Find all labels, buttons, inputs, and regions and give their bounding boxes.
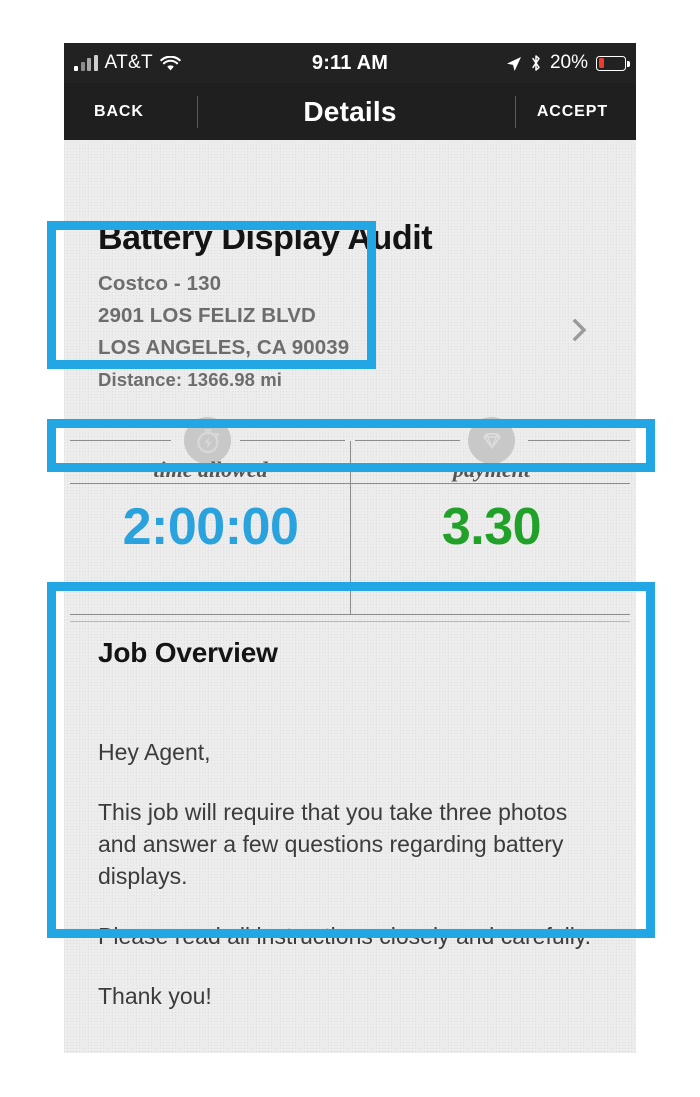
location-arrow-icon	[506, 55, 522, 71]
stat-value-time: 2:00:00	[122, 498, 299, 556]
overview-paragraph: Thank you!	[98, 983, 212, 1009]
job-title: Battery Display Audit	[98, 219, 433, 257]
stat-label-time: time allowed	[153, 457, 268, 482]
bluetooth-icon	[530, 54, 542, 72]
status-bar: AT&T 9:11 AM 20%	[64, 43, 636, 83]
location-block[interactable]: Costco - 130 2901 LOS FELIZ BLVD LOS ANG…	[98, 268, 608, 396]
overview-paragraph: Hey Agent,	[98, 739, 211, 765]
job-overview-block: Job Overview Hey Agent, This job will re…	[98, 637, 610, 1040]
stat-time-allowed: time allowed 2:00:00	[70, 441, 351, 615]
city-state-zip: LOS ANGELES, CA 90039	[98, 336, 350, 359]
stat-payment: payment 3.30	[351, 441, 632, 615]
battery-icon	[596, 55, 630, 71]
overview-paragraph: Please read all instructions closely and…	[98, 923, 592, 949]
stats-block: time allowed 2:00:00 payment 3.30	[64, 410, 636, 615]
overview-paragraph: This job will require that you take thre…	[98, 799, 568, 889]
job-overview-heading: Job Overview	[98, 637, 278, 668]
details-content: Battery Display Audit Costco - 130 2901 …	[64, 140, 636, 1053]
battery-percent-label: 20%	[549, 52, 588, 73]
job-overview-body: Hey Agent, This job will require that yo…	[98, 736, 610, 1012]
street-address: 2901 LOS FELIZ BLVD	[98, 304, 316, 327]
nav-divider-right	[515, 96, 516, 128]
phone-screen: AT&T 9:11 AM 20% BACK Details ACCEPT Bat…	[64, 43, 636, 1053]
accept-button[interactable]: ACCEPT	[537, 83, 608, 140]
store-name: Costco - 130	[98, 272, 222, 295]
nav-bar: BACK Details ACCEPT	[64, 83, 636, 140]
chevron-right-icon[interactable]	[572, 318, 588, 342]
status-bar-right: 20%	[506, 43, 630, 83]
distance-label: Distance: 1366.98 mi	[98, 369, 283, 390]
section-divider	[70, 621, 630, 622]
clock-label: 9:11 AM	[311, 51, 389, 74]
stat-label-payment: payment	[453, 457, 530, 482]
stat-value-payment: 3.30	[441, 498, 542, 556]
